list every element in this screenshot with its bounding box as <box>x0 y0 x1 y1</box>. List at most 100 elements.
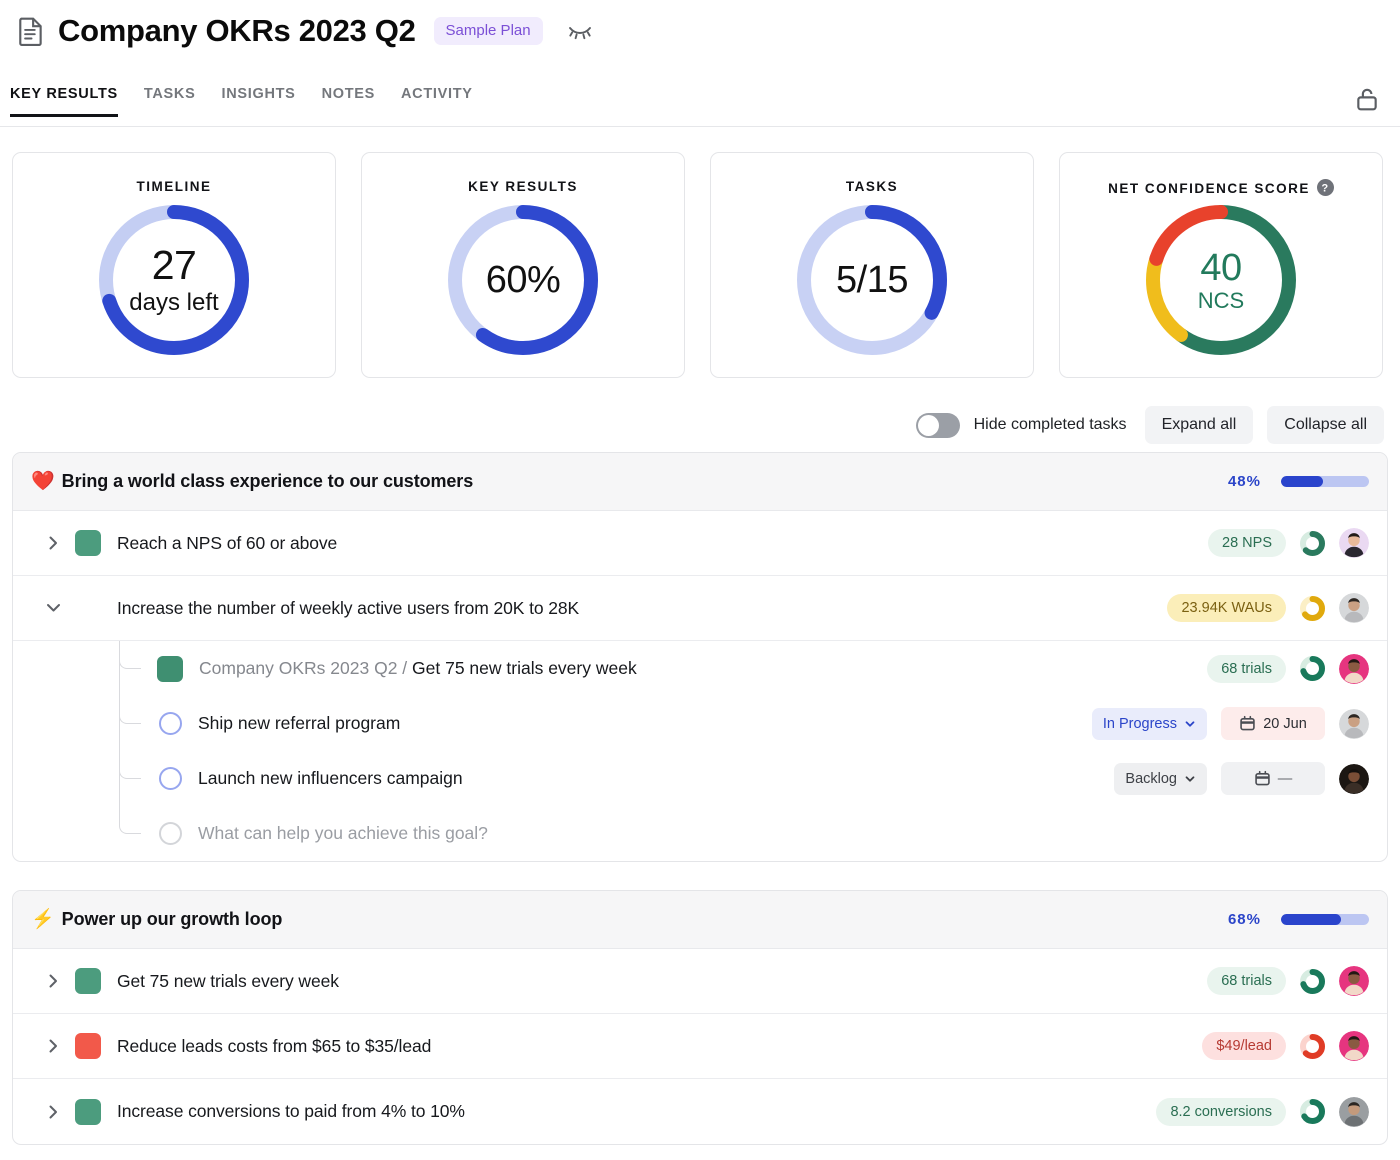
objective-title: Power up our growth loop <box>62 909 283 930</box>
linked-key-result-row[interactable]: Company OKRs 2023 Q2 / Get 75 new trials… <box>13 641 1387 696</box>
avatar-zoe[interactable] <box>1339 654 1369 684</box>
summary-card-net-confidence-score: NET CONFIDENCE SCORE ? 40NCS <box>1059 152 1383 378</box>
chevron-right-icon[interactable] <box>43 1103 63 1121</box>
summary-card-timeline: TIMELINE27days left <box>12 152 336 378</box>
card-title: NET CONFIDENCE SCORE ? <box>1060 179 1382 199</box>
chevron-right-icon[interactable] <box>43 534 63 552</box>
key-result-metric-badge: 23.94K WAUs <box>1167 594 1286 622</box>
avatar-zoe[interactable] <box>1339 966 1369 996</box>
tab-tasks[interactable]: TASKS <box>144 86 196 117</box>
task-due-date[interactable]: — <box>1221 762 1325 795</box>
task-status-label: In Progress <box>1103 716 1177 732</box>
key-result-row[interactable]: Get 75 new trials every week 68 trials <box>13 949 1387 1014</box>
summary-cards: TIMELINE27days left KEY RESULTS 60% TASKS 5/… <box>12 152 1383 378</box>
avatar-sara[interactable] <box>1339 1097 1369 1127</box>
tree-connector <box>119 806 145 861</box>
tab-activity[interactable]: ACTIVITY <box>401 86 473 117</box>
task-row[interactable]: Launch new influencers campaign Backlog <box>13 751 1387 806</box>
chevron-right-icon[interactable] <box>43 972 63 990</box>
card-subvalue: days left <box>129 291 218 315</box>
card-donut: 40NCS <box>1146 205 1296 355</box>
help-icon[interactable]: ? <box>1317 179 1334 199</box>
task-status-dropdown[interactable]: In Progress <box>1092 708 1207 740</box>
eye-closed-icon[interactable] <box>557 20 593 42</box>
key-result-name: Reduce leads costs from $65 to $35/lead <box>117 1036 431 1057</box>
card-donut: 60% <box>448 205 598 355</box>
task-checkbox[interactable] <box>159 822 182 845</box>
card-donut: 5/15 <box>797 205 947 355</box>
card-title-text: TIMELINE <box>137 179 212 194</box>
card-title-text: KEY RESULTS <box>468 179 578 194</box>
tree-connector <box>119 641 145 696</box>
task-name: Ship new referral program <box>198 713 400 734</box>
key-result-metric-badge: 68 trials <box>1207 967 1286 995</box>
chevron-down-icon[interactable] <box>43 599 63 617</box>
objective-percent: 68% <box>1228 911 1261 928</box>
card-value: 5/15 <box>836 261 908 299</box>
key-result-row[interactable]: Increase the number of weekly active use… <box>13 576 1387 641</box>
tab-insights[interactable]: INSIGHTS <box>221 86 295 117</box>
task-due-date-label: 20 Jun <box>1263 716 1307 732</box>
card-title-text: TASKS <box>846 179 898 194</box>
hide-completed-toggle[interactable] <box>916 413 960 438</box>
linked-key-result-name: Company OKRs 2023 Q2 / Get 75 new trials… <box>199 658 637 679</box>
key-result-metric-badge: $49/lead <box>1202 1032 1286 1060</box>
task-due-date-label: — <box>1278 771 1293 787</box>
tab-notes[interactable]: NOTES <box>322 86 375 117</box>
key-result-progress-donut <box>1300 596 1325 621</box>
task-checkbox[interactable] <box>159 712 182 735</box>
status-color-square <box>75 1033 101 1059</box>
avatar-ken[interactable] <box>1339 709 1369 739</box>
card-title: KEY RESULTS <box>362 179 684 194</box>
task-status-label: Backlog <box>1125 771 1177 787</box>
chevron-right-icon[interactable] <box>43 1037 63 1055</box>
add-task-placeholder-row[interactable]: What can help you achieve this goal? <box>13 806 1387 861</box>
add-task-placeholder-text: What can help you achieve this goal? <box>198 823 488 844</box>
tab-bar-divider <box>0 126 1400 127</box>
objective-progress-bar <box>1281 476 1369 487</box>
tab-key-results[interactable]: KEY RESULTS <box>10 86 118 117</box>
key-result-row[interactable]: Reach a NPS of 60 or above 28 NPS <box>13 511 1387 576</box>
card-value: 40 <box>1200 249 1241 287</box>
card-title: TIMELINE <box>13 179 335 194</box>
objective-title: Bring a world class experience to our cu… <box>62 471 473 492</box>
sample-plan-badge[interactable]: Sample Plan <box>434 17 543 45</box>
key-result-row[interactable]: Reduce leads costs from $65 to $35/lead … <box>13 1014 1387 1079</box>
status-color-square <box>75 1099 101 1125</box>
avatar-zoe[interactable] <box>1339 1031 1369 1061</box>
hide-completed-label: Hide completed tasks <box>974 416 1127 434</box>
key-result-name: Increase the number of weekly active use… <box>117 598 579 619</box>
key-result-name: Reach a NPS of 60 or above <box>117 533 337 554</box>
key-result-name: Increase conversions to paid from 4% to … <box>117 1101 465 1122</box>
linked-progress-donut <box>1300 656 1325 681</box>
objective-header[interactable]: ❤️ Bring a world class experience to our… <box>13 453 1387 511</box>
status-color-square <box>157 656 183 682</box>
task-status-dropdown[interactable]: Backlog <box>1114 763 1207 795</box>
collapse-all-button[interactable]: Collapse all <box>1267 406 1384 444</box>
card-title-text: NET CONFIDENCE SCORE <box>1108 181 1310 196</box>
objective-emoji-icon: ❤️ <box>31 472 55 491</box>
key-result-progress-donut <box>1300 1099 1325 1124</box>
document-icon <box>18 16 44 46</box>
task-checkbox[interactable] <box>159 767 182 790</box>
avatar-ana[interactable] <box>1339 528 1369 558</box>
objective-block: ⚡ Power up our growth loop 68% Get 75 ne… <box>12 890 1388 1145</box>
task-row[interactable]: Ship new referral program In Progress <box>13 696 1387 751</box>
objective-progress-bar <box>1281 914 1369 925</box>
objective-percent: 48% <box>1228 473 1261 490</box>
avatar-ken[interactable] <box>1339 593 1369 623</box>
task-due-date[interactable]: 20 Jun <box>1221 707 1325 740</box>
chevron-down-icon <box>1184 718 1196 730</box>
page-title: Company OKRs 2023 Q2 <box>58 14 416 48</box>
status-color-square <box>75 968 101 994</box>
key-result-metric-badge: 28 NPS <box>1208 529 1286 557</box>
key-result-progress-donut <box>1300 1034 1325 1059</box>
avatar-marcus[interactable] <box>1339 764 1369 794</box>
unlock-icon[interactable] <box>1350 82 1384 116</box>
key-result-row[interactable]: Increase conversions to paid from 4% to … <box>13 1079 1387 1144</box>
summary-card-tasks: TASKS 5/15 <box>710 152 1034 378</box>
objective-header[interactable]: ⚡ Power up our growth loop 68% <box>13 891 1387 949</box>
status-color-square <box>75 530 101 556</box>
tab-bar: KEY RESULTS TASKS INSIGHTS NOTES ACTIVIT… <box>10 86 473 117</box>
expand-all-button[interactable]: Expand all <box>1145 406 1254 444</box>
